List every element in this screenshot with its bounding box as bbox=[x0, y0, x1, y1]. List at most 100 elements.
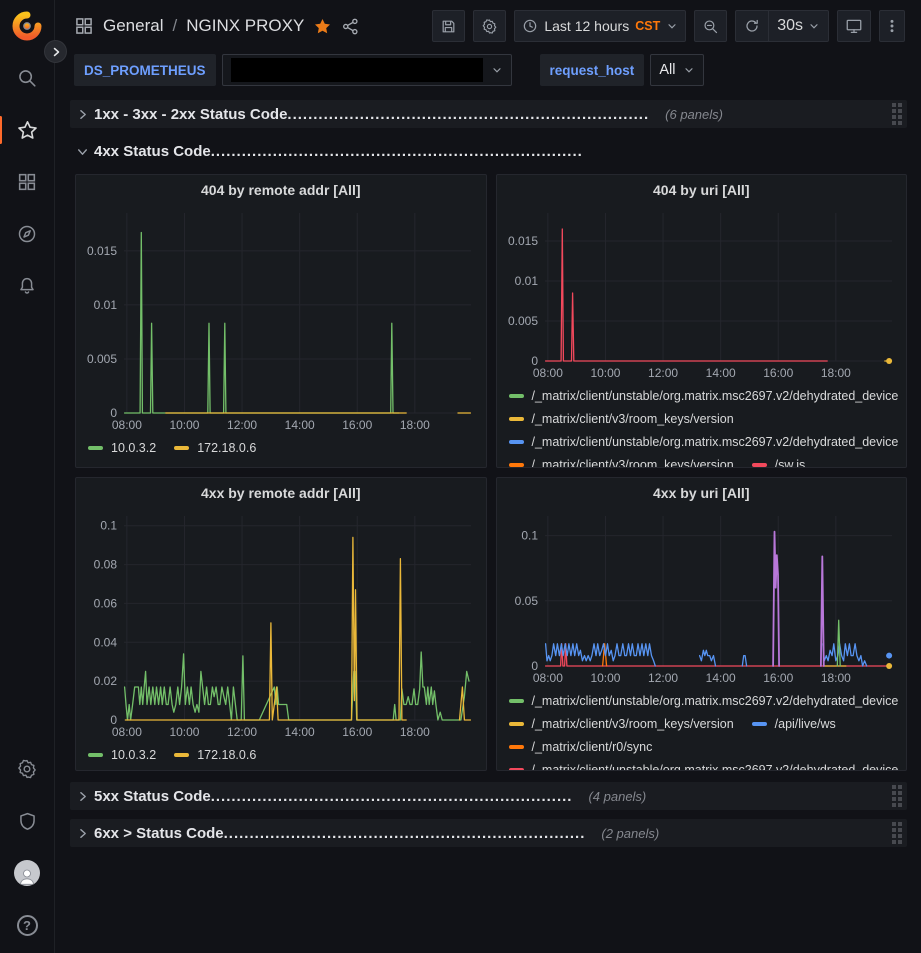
row-title-leader: ........................................… bbox=[211, 143, 583, 160]
legend-label: /_matrix/client/v3/room_keys/version bbox=[532, 458, 734, 468]
panel-title[interactable]: 4xx by remote addr [All] bbox=[76, 478, 486, 508]
series-color-swatch bbox=[509, 699, 524, 703]
legend-label: /_matrix/client/v3/room_keys/version bbox=[532, 412, 734, 426]
legend-label: 10.0.3.2 bbox=[111, 441, 156, 455]
legend-item[interactable]: /_matrix/client/v3/room_keys/version bbox=[509, 713, 734, 734]
series-color-swatch bbox=[509, 722, 524, 726]
variable-value-label: All bbox=[659, 62, 675, 78]
refresh-interval-dropdown[interactable]: 30s bbox=[768, 11, 828, 41]
legend-item[interactable]: 10.0.3.2 bbox=[88, 437, 156, 458]
row-title-leader: ........................................… bbox=[211, 788, 573, 805]
panel-title[interactable]: 404 by remote addr [All] bbox=[76, 175, 486, 205]
svg-text:0: 0 bbox=[531, 659, 538, 673]
breadcrumb-folder[interactable]: General bbox=[103, 16, 163, 36]
drag-handle-icon[interactable] bbox=[892, 103, 902, 125]
series-color-swatch bbox=[752, 722, 767, 726]
legend-item[interactable]: /sw.js bbox=[752, 454, 806, 467]
main-area: General / NGINX PROXY bbox=[55, 0, 921, 953]
sidebar-item-dashboards[interactable] bbox=[7, 164, 47, 200]
timeseries-chart[interactable]: 08:0010:0012:0014:0016:0018:0000.0050.01… bbox=[78, 205, 483, 435]
svg-text:0.015: 0.015 bbox=[507, 234, 537, 248]
alerting-bell-icon[interactable] bbox=[7, 268, 47, 304]
admin-shield-icon[interactable] bbox=[7, 803, 47, 839]
save-dashboard-button[interactable] bbox=[432, 10, 465, 42]
row-header-4xx[interactable]: 4xx Status Code ........................… bbox=[70, 137, 907, 165]
legend-item[interactable]: 10.0.3.2 bbox=[88, 744, 156, 765]
panel-legend: 10.0.3.2 172.18.0.6 bbox=[76, 742, 486, 765]
svg-text:08:00: 08:00 bbox=[112, 418, 142, 432]
expand-sidebar-button[interactable] bbox=[44, 40, 67, 63]
sidebar-item-explore-compass-icon[interactable] bbox=[7, 216, 47, 252]
timeseries-chart[interactable]: 08:0010:0012:0014:0016:0018:0000.020.040… bbox=[78, 508, 483, 742]
series-color-swatch bbox=[509, 394, 524, 398]
legend-label: 172.18.0.6 bbox=[197, 748, 256, 762]
series-color-swatch bbox=[509, 745, 524, 749]
toolbar: Last 12 hours CST 30s bbox=[432, 10, 905, 42]
refresh-picker: 30s bbox=[735, 10, 829, 42]
row-header-6xx[interactable]: 6xx > Status Code ......................… bbox=[70, 819, 907, 847]
panel-legend: 10.0.3.2 172.18.0.6 bbox=[76, 435, 486, 458]
gear-icon bbox=[481, 18, 498, 35]
series-color-swatch bbox=[174, 446, 189, 450]
legend-item[interactable]: /_matrix/client/unstable/org.matrix.msc2… bbox=[509, 759, 899, 770]
svg-text:12:00: 12:00 bbox=[648, 671, 678, 685]
refresh-button[interactable] bbox=[736, 11, 768, 41]
timeseries-chart[interactable]: 08:0010:0012:0014:0016:0018:0000.050.1 bbox=[499, 508, 904, 688]
star-icon[interactable] bbox=[313, 17, 332, 36]
timeseries-chart[interactable]: 08:0010:0012:0014:0016:0018:0000.0050.01… bbox=[499, 205, 904, 383]
svg-text:12:00: 12:00 bbox=[227, 418, 257, 432]
time-range-picker[interactable]: Last 12 hours CST bbox=[514, 10, 686, 42]
dashboard-header: General / NGINX PROXY bbox=[55, 0, 921, 52]
drag-handle-icon[interactable] bbox=[892, 822, 902, 844]
panel-legend: /_matrix/client/unstable/org.matrix.msc2… bbox=[497, 383, 907, 467]
panel-title[interactable]: 4xx by uri [All] bbox=[497, 478, 907, 508]
legend-item[interactable]: /_matrix/client/unstable/org.matrix.msc2… bbox=[509, 690, 899, 711]
svg-text:16:00: 16:00 bbox=[342, 725, 372, 739]
legend-item[interactable]: /api/live/ws bbox=[752, 713, 836, 734]
svg-text:18:00: 18:00 bbox=[820, 366, 850, 380]
kiosk-mode-button[interactable] bbox=[837, 10, 871, 42]
legend-item[interactable]: /_matrix/client/unstable/org.matrix.msc2… bbox=[509, 431, 899, 452]
series-color-swatch bbox=[509, 440, 524, 444]
row-title: 4xx Status Code bbox=[94, 143, 211, 160]
svg-text:14:00: 14:00 bbox=[705, 366, 735, 380]
legend-item[interactable]: /_matrix/client/unstable/org.matrix.msc2… bbox=[509, 385, 899, 406]
search-icon[interactable] bbox=[7, 60, 47, 96]
share-icon[interactable] bbox=[341, 17, 360, 36]
apps-grid-icon bbox=[74, 16, 94, 36]
variable-label-ds-prometheus[interactable]: DS_PROMETHEUS bbox=[74, 54, 216, 86]
zoom-out-button[interactable] bbox=[694, 10, 727, 42]
legend-item[interactable]: 172.18.0.6 bbox=[174, 437, 256, 458]
variable-value-ds-prometheus[interactable] bbox=[222, 54, 512, 86]
panel: 404 by uri [All] 08:0010:0012:0014:0016:… bbox=[496, 174, 908, 468]
svg-text:0.04: 0.04 bbox=[94, 635, 118, 649]
legend-item[interactable]: /_matrix/client/v3/room_keys/version bbox=[509, 408, 734, 429]
avatar[interactable] bbox=[7, 855, 47, 891]
panels-grid: 404 by remote addr [All] 08:0010:0012:00… bbox=[75, 174, 907, 771]
series-color-swatch bbox=[88, 753, 103, 757]
legend-label: /_matrix/client/unstable/org.matrix.msc2… bbox=[532, 435, 899, 449]
variable-value-request-host[interactable]: All bbox=[650, 54, 704, 86]
row-header-1xx-3xx-2xx[interactable]: 1xx - 3xx - 2xx Status Code ............… bbox=[70, 100, 907, 128]
help-icon[interactable]: ? bbox=[7, 907, 47, 943]
grafana-logo[interactable] bbox=[7, 8, 47, 44]
svg-text:0.08: 0.08 bbox=[94, 558, 118, 572]
svg-text:16:00: 16:00 bbox=[763, 671, 793, 685]
legend-label: /_matrix/client/unstable/org.matrix.msc2… bbox=[532, 694, 899, 708]
svg-text:10:00: 10:00 bbox=[590, 671, 620, 685]
svg-text:18:00: 18:00 bbox=[400, 418, 430, 432]
drag-handle-icon[interactable] bbox=[892, 785, 902, 807]
legend-item[interactable]: /_matrix/client/r0/sync bbox=[509, 736, 653, 757]
legend-item[interactable]: /_matrix/client/v3/room_keys/version bbox=[509, 454, 734, 467]
time-range-label: Last 12 hours bbox=[544, 18, 629, 34]
legend-label: /_matrix/client/unstable/org.matrix.msc2… bbox=[532, 763, 899, 771]
legend-item[interactable]: 172.18.0.6 bbox=[174, 744, 256, 765]
sidebar-item-starred[interactable] bbox=[7, 112, 47, 148]
panel-title[interactable]: 404 by uri [All] bbox=[497, 175, 907, 205]
row-panel-count: (6 panels) bbox=[665, 107, 723, 122]
dashboard-settings-button[interactable] bbox=[473, 10, 506, 42]
settings-gear-icon[interactable] bbox=[7, 751, 47, 787]
variable-label-request-host[interactable]: request_host bbox=[540, 54, 645, 86]
row-header-5xx[interactable]: 5xx Status Code ........................… bbox=[70, 782, 907, 810]
more-options-kebab-button[interactable] bbox=[879, 10, 905, 42]
